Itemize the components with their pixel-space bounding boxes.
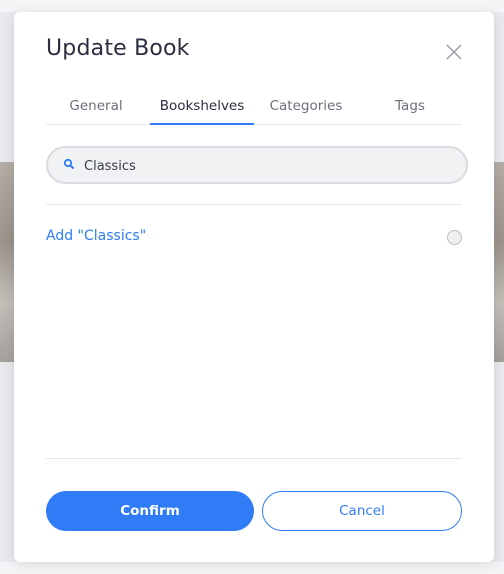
tab-tags[interactable]: Tags (370, 96, 450, 124)
tab-general[interactable]: General (56, 96, 136, 124)
confirm-button[interactable]: Confirm (46, 491, 254, 531)
active-tab-indicator (150, 123, 254, 125)
search-input[interactable] (82, 148, 456, 184)
background-header (0, 0, 504, 12)
background-book-cover-right (494, 162, 504, 362)
tab-categories[interactable]: Categories (266, 96, 346, 124)
cancel-button[interactable]: Cancel (262, 491, 462, 531)
tab-label: Bookshelves (159, 98, 245, 114)
update-book-modal: Update Book General Bookshelves Categori… (14, 12, 494, 562)
footer-divider (46, 458, 462, 459)
tab-bookshelves[interactable]: Bookshelves (150, 96, 254, 125)
search-divider (46, 204, 462, 205)
bookshelf-search (46, 146, 468, 184)
close-icon[interactable] (444, 42, 464, 62)
background-book-cover-left (0, 162, 14, 362)
background-footer (0, 562, 504, 574)
tab-label: General (69, 98, 123, 114)
add-bookshelf-radio[interactable] (447, 230, 462, 245)
tab-label: Categories (269, 98, 343, 114)
tab-bar: General Bookshelves Categories Tags (46, 96, 462, 125)
search-icon (63, 158, 75, 170)
tab-label: Tags (395, 98, 425, 114)
modal-title: Update Book (46, 36, 190, 61)
add-bookshelf-option[interactable]: Add "Classics" (46, 228, 146, 244)
